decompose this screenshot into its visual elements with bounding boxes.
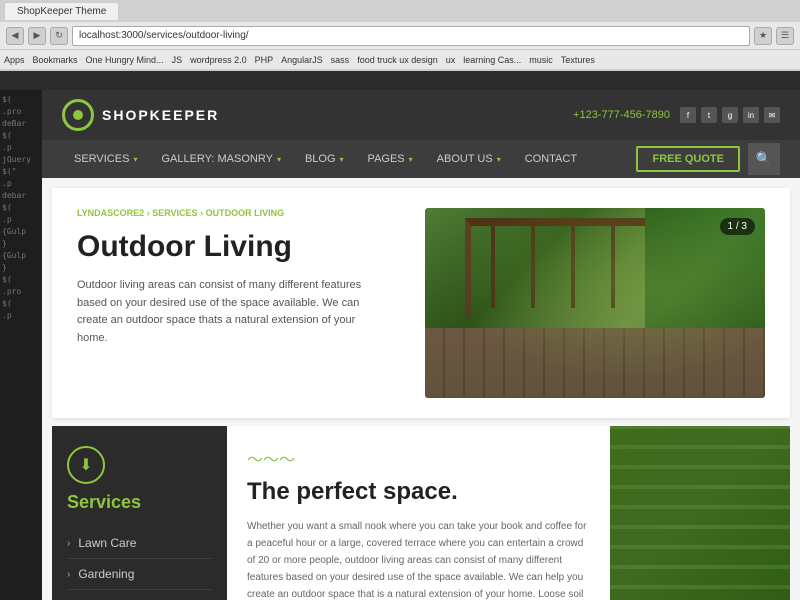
forward-button[interactable]: ▶ [28,27,46,45]
nav-gallery-label: GALLERY: MASONRY [161,153,272,165]
browser-toolbar: ◀ ▶ ↻ localhost:3000/services/outdoor-li… [0,22,800,50]
services-icon: ⬇ [67,446,105,484]
search-button[interactable]: 🔍 [748,143,780,175]
gardening-label: Gardening [78,567,134,581]
free-quote-button[interactable]: FREE QUOTE [636,146,740,172]
gardening-arrow: › [67,569,70,580]
bookmark-music[interactable]: music [529,55,553,65]
facebook-icon[interactable]: f [680,107,696,123]
social-icons: f t g in ✉ [680,107,780,123]
nav-services-label: SERVICES [74,153,129,165]
breadcrumb-current: OUTDOOR LIVING [206,208,285,218]
header-right: +123-777-456-7890 f t g in ✉ [573,107,780,123]
bookmark-ux[interactable]: ux [446,55,456,65]
hero-section: LYNDASCORE2 › SERVICES › OUTDOOR LIVING … [52,188,790,418]
bookmarks-bar: Apps Bookmarks One Hungry Mind... JS wor… [0,50,800,70]
hero-title: Outdoor Living [77,230,405,263]
site-header: SHOPKEEPER +123-777-456-7890 f t g in ✉ [42,90,800,140]
breadcrumb-services[interactable]: SERVICES [152,208,197,218]
active-tab[interactable]: ShopKeeper Theme [4,2,119,20]
site-nav: SERVICES ▾ GALLERY: MASONRY ▾ BLOG ▾ PAG… [42,140,800,178]
hero-left: LYNDASCORE2 › SERVICES › OUTDOOR LIVING … [77,208,405,398]
nav-blog-arrow: ▾ [340,155,344,164]
bookmark-angularjs[interactable]: AngularJS [281,55,323,65]
url-bar[interactable]: localhost:3000/services/outdoor-living/ [72,26,750,46]
sidebar-item-gardening[interactable]: › Gardening [67,559,212,590]
bookmark-php[interactable]: PHP [255,55,274,65]
bookmark-textures[interactable]: Textures [561,55,595,65]
hero-image: 1 / 3 [425,208,765,398]
twitter-icon[interactable]: t [701,107,717,123]
nav-contact[interactable]: CONTACT [513,140,589,178]
nav-blog-label: BLOG [305,153,336,165]
bookmark-sass[interactable]: sass [331,55,350,65]
lawn-care-label: Lawn Care [78,536,136,550]
aerial-overlay [610,426,790,600]
right-image [610,426,790,600]
nav-gallery[interactable]: GALLERY: MASONRY ▾ [149,140,293,178]
star-button[interactable]: ★ [754,27,772,45]
bookmark-foodtruck[interactable]: food truck ux design [357,55,438,65]
services-title: Services [67,492,212,513]
bookmark-hungry[interactable]: One Hungry Mind... [86,55,164,65]
nav-pages-arrow: ▾ [409,155,413,164]
lawn-care-arrow: › [67,538,70,549]
nav-about-arrow: ▾ [497,155,501,164]
nav-pages[interactable]: PAGES ▾ [356,140,425,178]
services-sidebar: ⬇ Services › Lawn Care › Gardening › Har… [52,426,227,600]
bookmark-bookmarks[interactable]: Bookmarks [33,55,78,65]
linkedin-icon[interactable]: in [743,107,759,123]
slide-counter: 1 / 3 [720,218,755,235]
breadcrumb: LYNDASCORE2 › SERVICES › OUTDOOR LIVING [77,208,405,218]
logo-area: SHOPKEEPER [62,99,219,131]
sidebar-item-hardscapes[interactable]: › Hardscapes [67,590,212,600]
bookmark-apps[interactable]: Apps [4,55,25,65]
nav-contact-label: CONTACT [525,153,577,165]
sidebar-item-lawn-care[interactable]: › Lawn Care [67,528,212,559]
nav-blog[interactable]: BLOG ▾ [293,140,356,178]
nav-services[interactable]: SERVICES ▾ [62,140,149,178]
section-title: The perfect space. [247,478,590,506]
wavy-decoration: 〜〜〜 [247,446,590,470]
browser-tabs: ShopKeeper Theme [0,0,800,22]
googleplus-icon[interactable]: g [722,107,738,123]
logo-inner-circle [73,110,83,120]
nav-about-label: ABOUT US [437,153,493,165]
hero-description: Outdoor living areas can consist of many… [77,277,377,347]
nav-about[interactable]: ABOUT US ▾ [425,140,513,178]
section-description: Whether you want a small nook where you … [247,518,590,600]
refresh-button[interactable]: ↻ [50,27,68,45]
logo-text: SHOPKEEPER [102,107,219,123]
menu-button[interactable]: ☰ [776,27,794,45]
hero-image-overlay [425,208,765,398]
breadcrumb-home[interactable]: LYNDASCORE2 [77,208,144,218]
nav-services-arrow: ▾ [133,155,137,164]
nav-gallery-arrow: ▾ [277,155,281,164]
phone-number: +123-777-456-7890 [573,109,670,121]
nav-pages-label: PAGES [368,153,405,165]
main-content: 〜〜〜 The perfect space. Whether you want … [227,426,610,600]
logo-circle [62,99,94,131]
browser-chrome: ShopKeeper Theme ◀ ▶ ↻ localhost:3000/se… [0,0,800,71]
back-button[interactable]: ◀ [6,27,24,45]
code-panel: $( .pro deBar $( .p jQuery $(" .p debar … [0,90,42,600]
bookmark-learning[interactable]: learning Cas... [463,55,521,65]
bookmark-wordpress[interactable]: wordpress 2.0 [190,55,247,65]
bookmark-js[interactable]: JS [172,55,183,65]
email-icon[interactable]: ✉ [764,107,780,123]
bottom-section: ⬇ Services › Lawn Care › Gardening › Har… [52,426,790,600]
website-wrapper: SHOPKEEPER +123-777-456-7890 f t g in ✉ … [42,90,800,600]
